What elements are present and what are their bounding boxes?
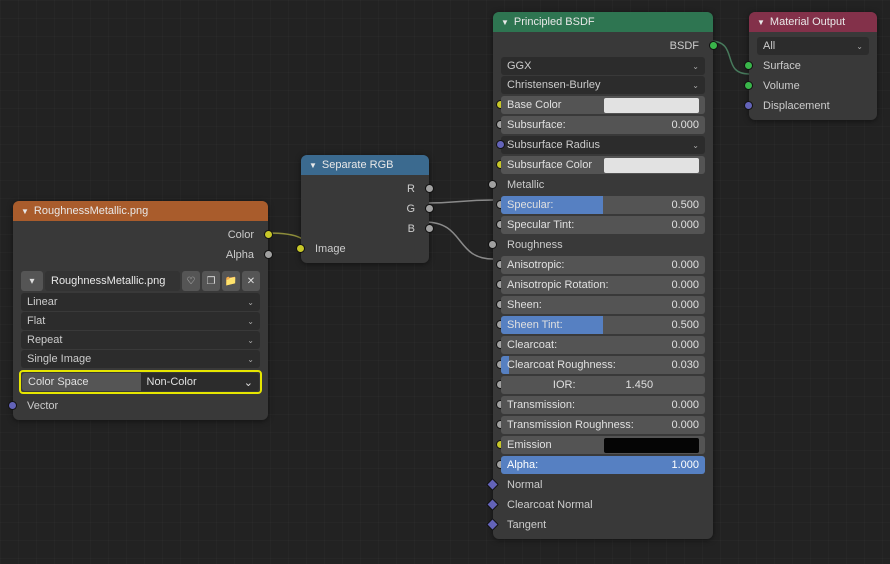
node-title: RoughnessMetallic.png — [34, 205, 148, 217]
input-volume: Volume — [749, 76, 877, 96]
ior-field[interactable]: IOR:1.450 — [501, 376, 705, 394]
output-alpha: Alpha — [13, 245, 268, 265]
socket-surface-in[interactable] — [744, 61, 753, 70]
socket-color-out[interactable] — [264, 230, 273, 239]
interpolation-dropdown[interactable]: Linear⌄ — [21, 293, 260, 311]
principled-bsdf-node[interactable]: ▼ Principled BSDF BSDF GGX⌄ Christensen-… — [493, 12, 713, 539]
specular-slider[interactable]: Specular:0.500 — [501, 196, 705, 214]
normal-row: Normal — [493, 475, 713, 495]
collapse-triangle-icon[interactable]: ▼ — [21, 207, 29, 216]
alpha-slider[interactable]: Alpha:1.000 — [501, 456, 705, 474]
chevron-down-icon: ⌄ — [247, 317, 254, 326]
clearcoat-roughness-slider[interactable]: Clearcoat Roughness:0.030 — [501, 356, 705, 374]
socket-clearcoat-normal[interactable] — [486, 498, 499, 511]
target-dropdown[interactable]: All⌄ — [757, 37, 869, 55]
colorspace-label: Color Space — [22, 373, 141, 391]
open-image-icon[interactable]: 📁 — [222, 271, 240, 291]
node-title: Material Output — [770, 16, 845, 28]
separate-rgb-node[interactable]: ▼ Separate RGB R G B Image — [301, 155, 429, 263]
socket-r-out[interactable] — [425, 184, 434, 193]
anisotropic-rotation-slider[interactable]: Anisotropic Rotation:0.000 — [501, 276, 705, 294]
base-color-row: Base Color — [501, 96, 705, 114]
chevron-down-icon: ⌄ — [247, 355, 254, 364]
metallic-row: Metallic — [493, 175, 713, 195]
socket-displacement-in[interactable] — [744, 101, 753, 110]
tangent-row: Tangent — [493, 515, 713, 535]
image-texture-node[interactable]: ▼ RoughnessMetallic.png Color Alpha ▾ Ro… — [13, 201, 268, 420]
image-file-row: ▾ RoughnessMetallic.png ♡ ❐ 📁 ✕ — [21, 271, 260, 291]
base-color-swatch[interactable] — [604, 98, 699, 113]
socket-b-out[interactable] — [425, 224, 434, 233]
output-g: G — [301, 199, 429, 219]
socket-roughness[interactable] — [488, 240, 497, 249]
chevron-down-icon: ⌄ — [692, 62, 699, 71]
projection-dropdown[interactable]: Flat⌄ — [21, 312, 260, 330]
chevron-down-icon: ⌄ — [856, 42, 863, 51]
source-dropdown[interactable]: Single Image⌄ — [21, 350, 260, 368]
new-image-icon[interactable]: ❐ — [202, 271, 220, 291]
socket-vector-in[interactable] — [8, 401, 17, 410]
colorspace-highlight: Color Space Non-Color⌄ — [19, 370, 262, 394]
fake-user-icon[interactable]: ♡ — [182, 271, 200, 291]
input-vector: Vector — [13, 396, 268, 416]
image-name-field[interactable]: RoughnessMetallic.png — [45, 271, 180, 291]
clearcoat-slider[interactable]: Clearcoat:0.000 — [501, 336, 705, 354]
output-bsdf: BSDF — [493, 36, 713, 56]
chevron-down-icon: ⌄ — [244, 376, 253, 389]
collapse-triangle-icon[interactable]: ▼ — [309, 161, 317, 170]
image-datablock-icon[interactable]: ▾ — [21, 271, 43, 291]
output-b: B — [301, 219, 429, 239]
subsurface-color-swatch[interactable] — [604, 158, 699, 173]
node-title: Principled BSDF — [514, 16, 595, 28]
input-image: Image — [301, 239, 429, 259]
socket-g-out[interactable] — [425, 204, 434, 213]
subsurface-slider[interactable]: Subsurface:0.000 — [501, 116, 705, 134]
subsurface-radius-row[interactable]: Subsurface Radius⌄ — [501, 136, 705, 154]
subsurface-method-dropdown[interactable]: Christensen-Burley⌄ — [501, 76, 705, 94]
socket-tangent[interactable] — [486, 518, 499, 531]
emission-swatch[interactable] — [604, 438, 699, 453]
chevron-down-icon: ⌄ — [247, 336, 254, 345]
input-displacement: Displacement — [749, 96, 877, 116]
extension-dropdown[interactable]: Repeat⌄ — [21, 331, 260, 349]
anisotropic-slider[interactable]: Anisotropic:0.000 — [501, 256, 705, 274]
node-header[interactable]: ▼ Material Output — [749, 12, 877, 32]
output-r: R — [301, 179, 429, 199]
distribution-dropdown[interactable]: GGX⌄ — [501, 57, 705, 75]
transmission-slider[interactable]: Transmission:0.000 — [501, 396, 705, 414]
chevron-down-icon: ⌄ — [692, 81, 699, 90]
collapse-triangle-icon[interactable]: ▼ — [501, 18, 509, 27]
collapse-triangle-icon[interactable]: ▼ — [757, 18, 765, 27]
emission-row: Emission — [501, 436, 705, 454]
node-header[interactable]: ▼ RoughnessMetallic.png — [13, 201, 268, 221]
node-title: Separate RGB — [322, 159, 394, 171]
socket-volume-in[interactable] — [744, 81, 753, 90]
output-color: Color — [13, 225, 268, 245]
socket-alpha-out[interactable] — [264, 250, 273, 259]
sheen-slider[interactable]: Sheen:0.000 — [501, 296, 705, 314]
socket-metallic[interactable] — [488, 180, 497, 189]
unlink-icon[interactable]: ✕ — [242, 271, 260, 291]
subsurface-color-row: Subsurface Color — [501, 156, 705, 174]
socket-subsurface-radius[interactable] — [496, 140, 505, 149]
chevron-down-icon: ⌄ — [247, 298, 254, 307]
transmission-roughness-slider[interactable]: Transmission Roughness:0.000 — [501, 416, 705, 434]
colorspace-dropdown[interactable]: Non-Color⌄ — [141, 373, 260, 391]
specular-tint-slider[interactable]: Specular Tint:0.000 — [501, 216, 705, 234]
node-header[interactable]: ▼ Separate RGB — [301, 155, 429, 175]
socket-image-in[interactable] — [296, 244, 305, 253]
socket-bsdf-out[interactable] — [709, 41, 718, 50]
clearcoat-normal-row: Clearcoat Normal — [493, 495, 713, 515]
material-output-node[interactable]: ▼ Material Output All⌄ Surface Volume Di… — [749, 12, 877, 120]
node-header[interactable]: ▼ Principled BSDF — [493, 12, 713, 32]
input-surface: Surface — [749, 56, 877, 76]
roughness-row: Roughness — [493, 235, 713, 255]
socket-normal[interactable] — [486, 478, 499, 491]
sheen-tint-slider[interactable]: Sheen Tint:0.500 — [501, 316, 705, 334]
